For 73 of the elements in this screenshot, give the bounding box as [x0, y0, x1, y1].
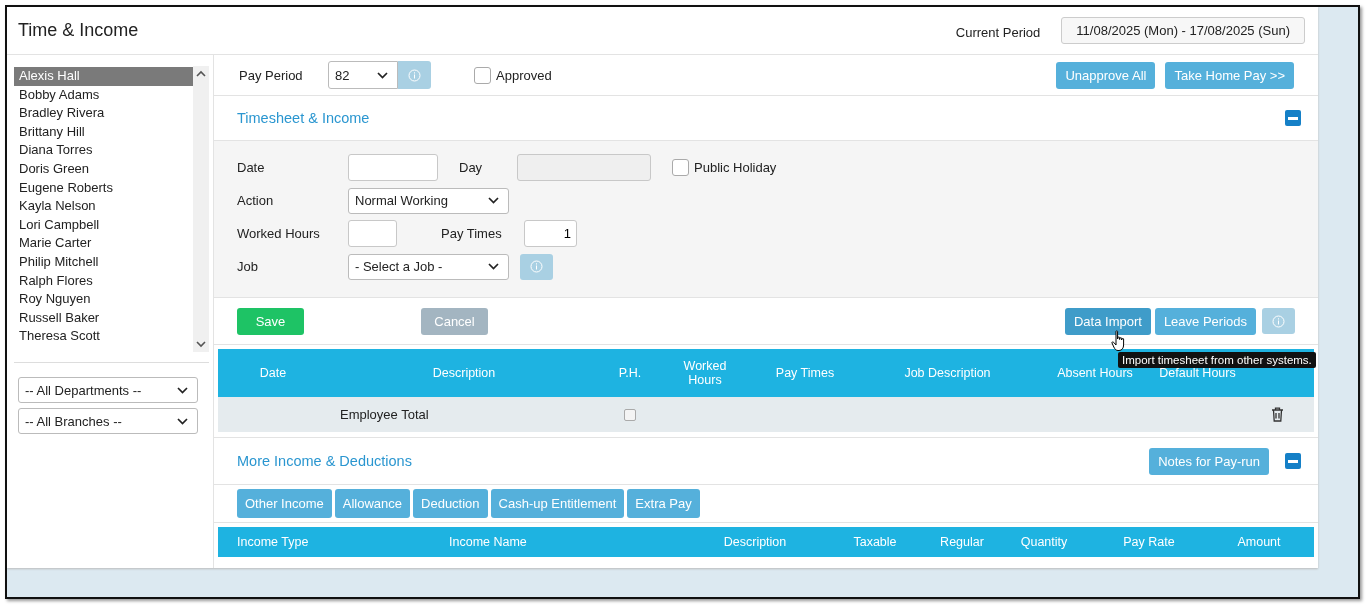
- employee-item[interactable]: Lori Campbell: [14, 215, 193, 235]
- worked-hours-field[interactable]: [348, 220, 397, 247]
- employee-item[interactable]: Bobby Adams: [14, 85, 193, 105]
- pay-period-label: Pay Period: [239, 67, 304, 83]
- scroll-up-icon[interactable]: [196, 70, 206, 78]
- employee-item[interactable]: Philip Mitchell: [14, 252, 193, 272]
- scrollbar[interactable]: [193, 66, 209, 352]
- tooltip: Import timesheet from other systems.: [1118, 352, 1316, 368]
- column-header: Description: [722, 535, 788, 549]
- approved-label: Approved: [496, 67, 552, 83]
- current-period-label: Current Period: [955, 25, 1041, 40]
- filter-dropdown[interactable]: -- All Branches --: [18, 408, 198, 434]
- chevron-down-icon: [177, 386, 188, 394]
- employee-item[interactable]: Eugene Roberts: [14, 178, 193, 198]
- info-icon: [530, 260, 543, 273]
- job-dropdown[interactable]: - Select a Job -: [348, 253, 509, 280]
- employee-item[interactable]: Alexis Hall: [14, 67, 193, 86]
- column-header: Income Name: [448, 535, 528, 549]
- page-title: Time & Income: [18, 20, 140, 41]
- employee-item[interactable]: Diana Torres: [14, 141, 193, 160]
- chevron-down-icon: [488, 263, 499, 270]
- column-header: Income Type: [236, 535, 310, 549]
- field-label: Job: [237, 259, 259, 274]
- pay-times-field[interactable]: 1: [524, 220, 577, 247]
- section-title: Timesheet & Income: [237, 110, 370, 126]
- column-header: Default Hours: [1158, 366, 1237, 380]
- section-title: More Income & Deductions: [237, 453, 412, 469]
- column-header: Date: [258, 366, 288, 380]
- chevron-down-icon: [377, 71, 388, 79]
- employee-item[interactable]: Kayla Nelson: [14, 197, 193, 216]
- field-label: Pay Times: [441, 226, 503, 241]
- column-header: Worked Hours: [682, 359, 728, 387]
- employee-item[interactable]: Brittany Hill: [14, 122, 193, 142]
- employee-item[interactable]: Marie Carter: [14, 234, 193, 253]
- column-header: Description: [431, 366, 497, 380]
- collapse-icon[interactable]: [1285, 453, 1301, 469]
- collapse-icon[interactable]: [1285, 110, 1301, 126]
- info-icon: [1272, 314, 1285, 328]
- hand-cursor-icon: [1111, 330, 1127, 352]
- field-label: Action: [237, 193, 275, 208]
- field-label: Worked Hours: [237, 226, 321, 241]
- public-holiday-checkbox[interactable]: [672, 159, 689, 176]
- trash-icon[interactable]: [1270, 407, 1284, 422]
- column-header: Pay Times: [774, 366, 836, 380]
- field-label: Day: [459, 160, 484, 175]
- column-header: Amount: [1236, 535, 1282, 549]
- ph-checkbox[interactable]: [624, 408, 636, 421]
- column-header: Job Description: [903, 366, 992, 380]
- action-dropdown[interactable]: Normal Working: [348, 187, 509, 214]
- date-field[interactable]: [348, 154, 438, 181]
- chevron-down-icon: [177, 417, 188, 425]
- employee-item[interactable]: Theresa Scott: [14, 327, 193, 346]
- employee-item[interactable]: Ralph Flores: [14, 271, 193, 291]
- approved-checkbox[interactable]: [474, 66, 491, 84]
- employee-item[interactable]: Bradley Rivera: [14, 104, 193, 123]
- column-header: Regular: [939, 535, 985, 549]
- column-header: Pay Rate: [1122, 535, 1176, 549]
- public-holiday-label: Public Holiday: [694, 160, 777, 175]
- column-header: Absent Hours: [1056, 366, 1134, 380]
- total-label: Employee Total: [339, 407, 430, 422]
- employee-item[interactable]: Doris Green: [14, 159, 193, 179]
- field-label: Date: [237, 160, 266, 175]
- chevron-down-icon: [488, 197, 499, 204]
- column-header: P.H.: [617, 366, 643, 380]
- column-header: Taxable: [852, 535, 898, 549]
- scroll-down-icon[interactable]: [196, 340, 206, 348]
- pay-period-dropdown[interactable]: 82: [328, 61, 398, 89]
- employee-item[interactable]: Russell Baker: [14, 308, 193, 328]
- info-icon: [408, 68, 421, 82]
- filter-dropdown[interactable]: -- All Departments --: [18, 377, 198, 403]
- current-period-field: 11/08/2025 (Mon) - 17/08/2025 (Sun): [1061, 17, 1305, 44]
- employee-item[interactable]: Roy Nguyen: [14, 290, 193, 309]
- column-header: Quantity: [1019, 535, 1069, 549]
